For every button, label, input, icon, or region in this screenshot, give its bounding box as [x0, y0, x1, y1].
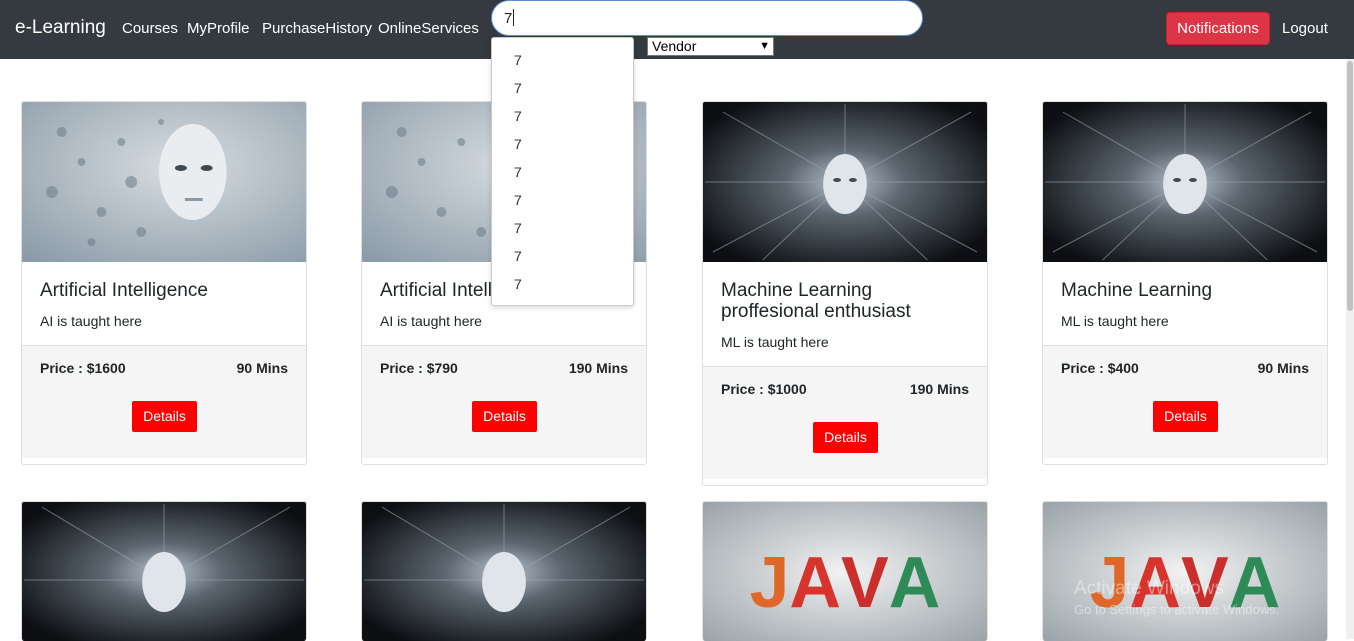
course-duration: 190 Mins — [909, 381, 969, 397]
activate-windows-watermark: Activate Windows Go to Settings to activ… — [1074, 578, 1279, 617]
logout-link[interactable]: Logout — [1282, 20, 1328, 37]
text-caret — [513, 9, 515, 26]
search-suggestions-dropdown: 7 7 7 7 7 7 7 7 7 — [491, 37, 634, 306]
page-scrollbar[interactable] — [1346, 59, 1354, 639]
vendor-select-value: Vendor — [652, 38, 697, 54]
nav-onlineservices[interactable]: OnlineServices — [378, 20, 479, 37]
suggestion-item[interactable]: 7 — [492, 158, 633, 186]
course-card: JAVA — [702, 501, 988, 641]
card-footer: Price : $790 190 Mins Details — [362, 345, 646, 458]
course-title: Artificial Intelligence — [40, 280, 208, 301]
scrollbar-thumb[interactable] — [1347, 61, 1353, 311]
java-logo: JAVA — [750, 543, 941, 623]
brand-logo[interactable]: e-Learning — [15, 17, 106, 39]
nav-purchasehistory[interactable]: PurchaseHistory — [262, 20, 372, 37]
navbar: e-Learning Courses MyProfile PurchaseHis… — [0, 0, 1354, 59]
watermark-subtitle: Go to Settings to activate Windows. — [1074, 602, 1280, 617]
search-input[interactable]: 7 — [491, 0, 923, 36]
details-button[interactable]: Details — [132, 401, 197, 432]
course-card — [361, 501, 647, 641]
course-description: ML is taught here — [721, 334, 829, 350]
suggestion-item[interactable]: 7 — [492, 242, 633, 270]
course-image: JAVA — [1043, 502, 1327, 641]
course-image — [22, 102, 306, 262]
course-price: Price : $1600 — [40, 360, 126, 376]
course-duration: 190 Mins — [568, 360, 628, 376]
nav-myprofile[interactable]: MyProfile — [187, 20, 250, 37]
course-card: Machine Learning ML is taught here Price… — [1042, 101, 1328, 465]
course-card: Artificial Intelligence AI is taught her… — [21, 101, 307, 465]
course-price: Price : $400 — [1061, 360, 1139, 376]
suggestion-item[interactable]: 7 — [492, 102, 633, 130]
suggestion-item[interactable]: 7 — [492, 270, 633, 298]
course-image — [703, 102, 987, 262]
course-duration: 90 Mins — [1257, 360, 1309, 376]
course-image — [362, 502, 646, 641]
details-button[interactable]: Details — [1153, 401, 1218, 432]
course-price: Price : $790 — [380, 360, 458, 376]
course-title: Machine Learning proffesional enthusiast — [721, 280, 911, 322]
suggestion-item[interactable]: 7 — [492, 74, 633, 102]
nav-courses[interactable]: Courses — [122, 20, 178, 37]
details-button[interactable]: Details — [813, 422, 878, 453]
suggestion-item[interactable]: 7 — [492, 46, 633, 74]
course-description: AI is taught here — [40, 313, 142, 329]
suggestion-item[interactable]: 7 — [492, 130, 633, 158]
card-footer: Price : $1600 90 Mins Details — [22, 345, 306, 458]
card-footer: Price : $1000 190 Mins Details — [703, 366, 987, 479]
course-card — [21, 501, 307, 641]
notifications-button[interactable]: Notifications — [1166, 12, 1270, 45]
course-card: JAVA — [1042, 501, 1328, 641]
course-image — [22, 502, 306, 641]
course-card: Machine Learning proffesional enthusiast… — [702, 101, 988, 486]
course-price: Price : $1000 — [721, 381, 807, 397]
details-button[interactable]: Details — [472, 401, 537, 432]
course-duration: 90 Mins — [236, 360, 288, 376]
course-description: AI is taught here — [380, 313, 482, 329]
suggestion-item[interactable]: 7 — [492, 214, 633, 242]
vendor-select[interactable]: Vendor ▼ — [647, 37, 774, 56]
suggestion-item[interactable]: 7 — [492, 186, 633, 214]
chevron-down-icon: ▼ — [759, 40, 770, 52]
search-value: 7 — [504, 10, 513, 27]
watermark-title: Activate Windows — [1074, 578, 1224, 599]
course-image — [1043, 102, 1327, 262]
course-image: JAVA — [703, 502, 987, 641]
course-description: ML is taught here — [1061, 313, 1169, 329]
card-footer: Price : $400 90 Mins Details — [1043, 345, 1327, 458]
course-title: Machine Learning — [1061, 280, 1213, 301]
